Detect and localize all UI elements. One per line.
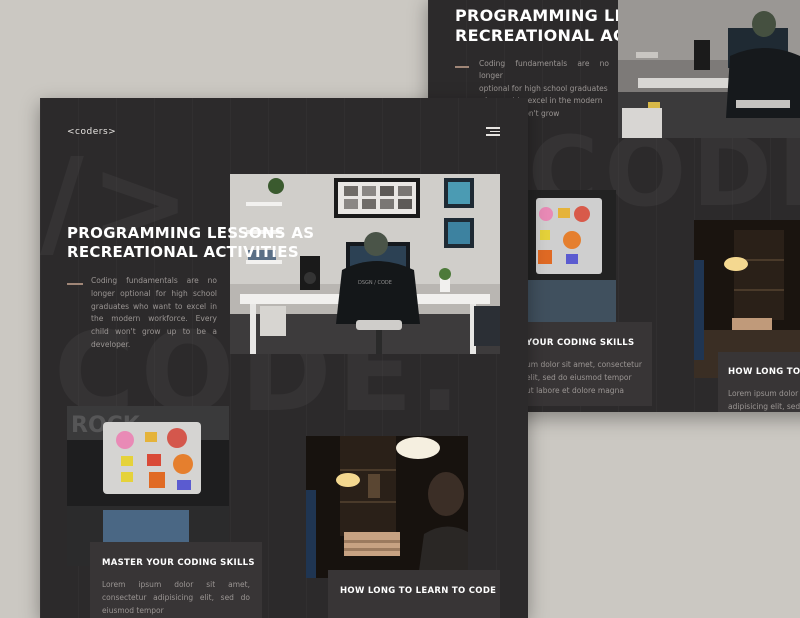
site-logo[interactable]: <coders> xyxy=(67,127,116,137)
back-card-how-long[interactable]: HOW LONG TO LE Lorem ipsum dolor sit adi… xyxy=(718,352,800,412)
back-card-coding-skills[interactable]: YOUR CODING SKILLS um dolor sit amet, co… xyxy=(522,322,652,406)
lamp-photo xyxy=(306,436,468,578)
svg-text:DSGN / CODE: DSGN / CODE xyxy=(358,280,392,286)
hero-paragraph: Coding fundamentals are no longer option… xyxy=(91,276,217,349)
hamburger-menu-icon[interactable] xyxy=(486,127,500,136)
hero-accent-dash xyxy=(67,283,83,285)
back-laptop-photo xyxy=(526,190,616,322)
back-hero-accent-dash xyxy=(455,66,469,68)
hero-photo: DSGN / CODE xyxy=(230,174,500,354)
card-master-coding-skills[interactable]: MASTER YOUR CODING SKILLS Lorem ipsum do… xyxy=(90,542,262,618)
hero-title: PROGRAMMING LESSONS AS RECREATIONAL ACTI… xyxy=(67,224,315,261)
front-page-preview: /> CODE. <coders> xyxy=(40,98,528,618)
card-how-long-to-learn[interactable]: HOW LONG TO LEARN TO CODE xyxy=(328,570,500,618)
back-hero-photo xyxy=(618,0,800,138)
